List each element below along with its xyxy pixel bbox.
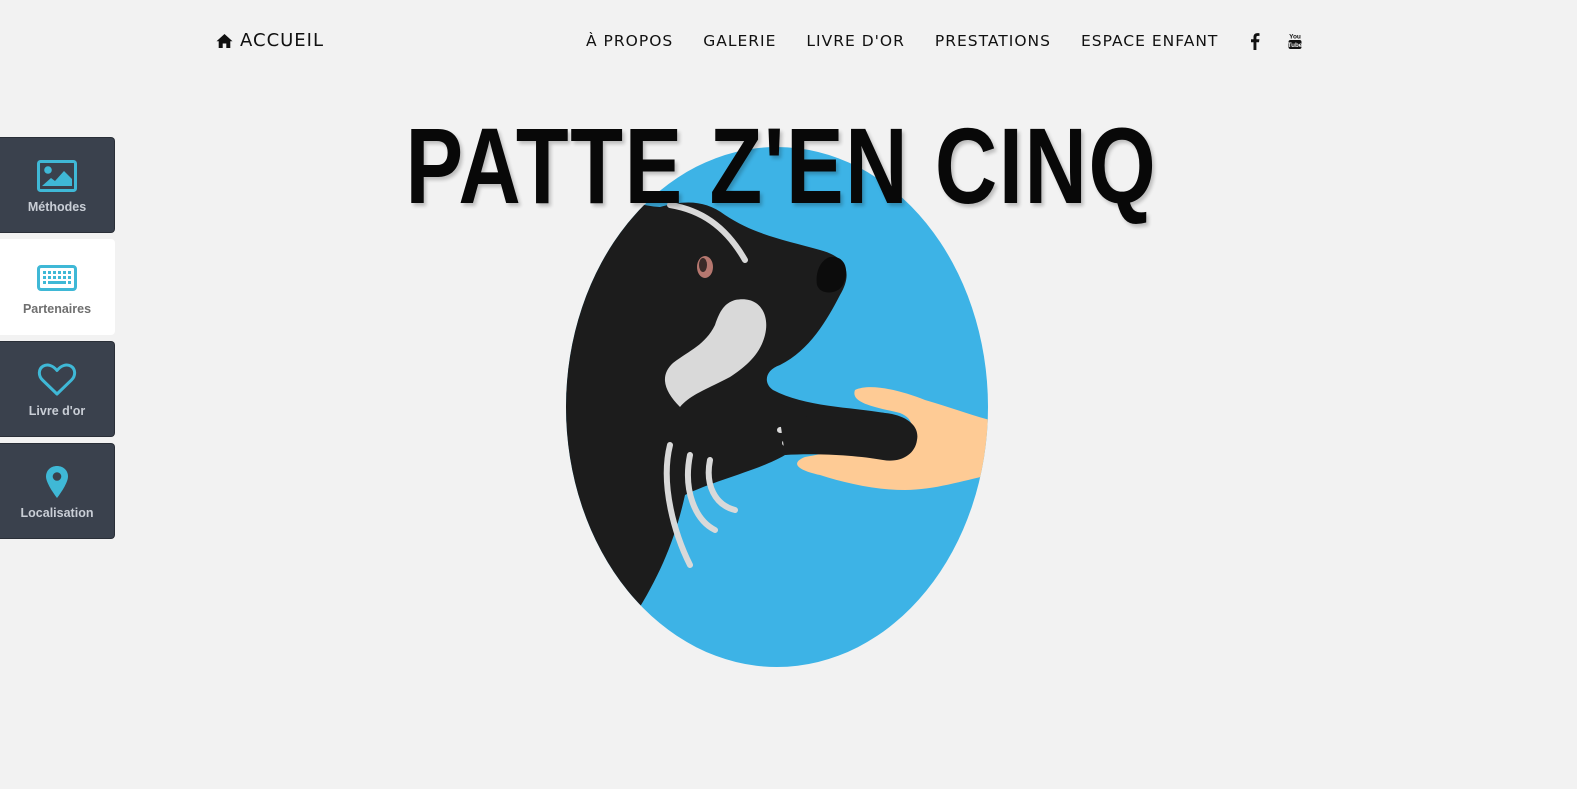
- keyboard-icon: [37, 264, 77, 291]
- facebook-link[interactable]: [1250, 32, 1260, 50]
- map-pin-icon: [46, 465, 68, 498]
- facebook-icon: [1251, 32, 1260, 50]
- side-item-label: Méthodes: [27, 199, 87, 214]
- svg-text:You: You: [1290, 34, 1302, 41]
- side-item-localisation[interactable]: Localisation: [0, 443, 115, 539]
- side-menu: Méthodes Partenaires Livre d'or Localisa…: [0, 137, 115, 545]
- nav-link-a-propos[interactable]: À PROPOS: [586, 32, 673, 50]
- nav-home-link[interactable]: ACCUEIL: [216, 30, 324, 51]
- svg-text:Tube: Tube: [1288, 42, 1302, 49]
- dog-paw: [780, 412, 918, 461]
- keyboard-icon-wrap: [37, 259, 77, 297]
- side-item-methodes[interactable]: Méthodes: [0, 137, 115, 233]
- heart-icon: [37, 363, 77, 395]
- map-pin-icon-wrap: [45, 463, 69, 501]
- side-item-livre-dor[interactable]: Livre d'or: [0, 341, 115, 437]
- side-item-label: Livre d'or: [28, 403, 86, 418]
- nav-home-label: ACCUEIL: [240, 30, 325, 51]
- side-item-label: Localisation: [20, 505, 94, 520]
- top-navigation: ACCUEIL À PROPOS GALERIE LIVRE D'OR PRES…: [0, 0, 1577, 84]
- side-item-label: Partenaires: [22, 301, 92, 316]
- picture-icon: [37, 159, 77, 192]
- nav-link-livre-dor[interactable]: LIVRE D'OR: [806, 32, 904, 50]
- home-icon: [216, 33, 233, 48]
- site-title: PATTE Z'EN CINQ: [405, 105, 1158, 226]
- nav-link-espace-enfant[interactable]: ESPACE ENFANT: [1081, 32, 1218, 50]
- side-item-partenaires[interactable]: Partenaires: [0, 239, 115, 335]
- social-links: You Tube: [1250, 32, 1302, 50]
- picture-icon-wrap: [37, 157, 77, 195]
- heart-icon-wrap: [37, 361, 77, 399]
- nav-links: À PROPOS GALERIE LIVRE D'OR PRESTATIONS …: [586, 32, 1302, 50]
- youtube-icon: You Tube: [1288, 34, 1302, 49]
- youtube-link[interactable]: You Tube: [1288, 32, 1302, 50]
- nav-link-prestations[interactable]: PRESTATIONS: [935, 32, 1051, 50]
- nav-link-galerie[interactable]: GALERIE: [703, 32, 776, 50]
